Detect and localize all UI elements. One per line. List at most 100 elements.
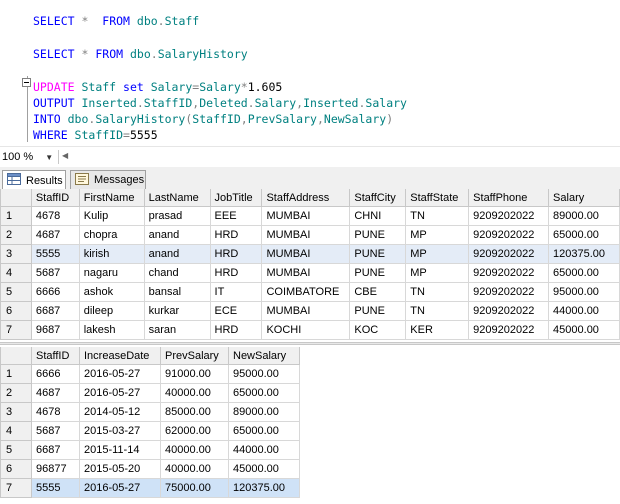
row-number[interactable]: 7 — [0, 478, 32, 498]
column-header[interactable]: PrevSalary — [160, 347, 229, 365]
code-line[interactable]: SELECT * FROM dbo.Staff — [33, 13, 199, 29]
table-cell[interactable]: 5555 — [30, 244, 80, 264]
table-cell[interactable]: nagaru — [78, 263, 145, 283]
code-line[interactable]: SELECT * FROM dbo.SalaryHistory — [33, 46, 248, 62]
row-number[interactable]: 3 — [0, 244, 32, 264]
table-cell[interactable]: ECE — [209, 301, 263, 321]
row-number[interactable]: 5 — [0, 282, 32, 302]
table-cell[interactable]: 4687 — [31, 383, 80, 403]
row-number[interactable]: 4 — [0, 263, 32, 283]
table-cell[interactable]: 44000.00 — [228, 440, 300, 460]
table-cell[interactable]: Kulip — [78, 206, 145, 226]
table-cell[interactable]: CHNI — [349, 206, 407, 226]
table-row[interactable]: 7 9687 lakesh saran HRD KOCHI KOC KER 9209202022… — [0, 320, 620, 340]
table-row[interactable]: 2 4687 2016-05-27 40000.00 65000.00 — [0, 383, 300, 403]
column-header[interactable]: StaffState — [405, 189, 470, 207]
table-cell[interactable]: 40000.00 — [160, 383, 229, 403]
table-row[interactable]: 1 4678 Kulip prasad EEE MUMBAI CHNI TN 920920202… — [0, 206, 620, 226]
table-cell[interactable]: ashok — [78, 282, 145, 302]
table-row[interactable]: 6 6687 dileep kurkar ECE MUMBAI PUNE TN 92092020… — [0, 301, 620, 321]
row-number[interactable]: 2 — [0, 225, 32, 245]
table-cell[interactable]: PUNE — [349, 225, 407, 245]
table-cell[interactable]: KOCHI — [261, 320, 351, 340]
table-cell[interactable]: CBE — [349, 282, 407, 302]
table-row[interactable]: 3 5555 kirish anand HRD MUMBAI PUNE MP 920920202… — [0, 244, 620, 264]
table-cell[interactable]: HRD — [209, 263, 263, 283]
table-row[interactable]: 2 4687 chopra anand HRD MUMBAI PUNE MP 920920202… — [0, 225, 620, 245]
table-cell[interactable]: 5687 — [31, 421, 80, 441]
table-row[interactable]: 6 96877 2015-05-20 40000.00 45000.00 — [0, 459, 300, 479]
table-cell[interactable]: COIMBATORE — [261, 282, 351, 302]
row-number[interactable]: 1 — [0, 364, 32, 384]
tab-messages[interactable]: Messages — [70, 170, 146, 189]
table-cell[interactable]: 6666 — [31, 364, 80, 384]
column-header[interactable]: Salary — [548, 189, 620, 207]
table-row[interactable]: 4 5687 nagaru chand HRD MUMBAI PUNE MP 920920202… — [0, 263, 620, 283]
table-cell[interactable]: IT — [209, 282, 263, 302]
table-cell[interactable]: TN — [405, 301, 470, 321]
table-cell[interactable]: HRD — [209, 225, 263, 245]
table-cell[interactable]: 9209202022 — [468, 301, 550, 321]
table-cell[interactable]: 2015-03-27 — [79, 421, 161, 441]
table-cell[interactable]: 5555 — [31, 478, 80, 498]
collapse-icon[interactable] — [22, 78, 31, 87]
table-row[interactable]: 5 6666 ashok bansal IT COIMBATORE CBE TN 9209202… — [0, 282, 620, 302]
table-cell[interactable]: 120375.00 — [228, 478, 300, 498]
grid-corner[interactable] — [0, 347, 32, 365]
table-cell[interactable]: 40000.00 — [160, 459, 229, 479]
table-cell[interactable]: 65000.00 — [228, 421, 300, 441]
table-cell[interactable]: 89000.00 — [548, 206, 620, 226]
table-cell[interactable]: PUNE — [349, 301, 407, 321]
table-cell[interactable]: MP — [405, 225, 470, 245]
zoom-select[interactable]: 100 % ▼ — [0, 149, 56, 165]
table-cell[interactable]: MP — [405, 263, 470, 283]
table-cell[interactable]: 6687 — [30, 301, 80, 321]
table-cell[interactable]: 2016-05-27 — [79, 364, 161, 384]
sql-editor[interactable]: SELECT * FROM dbo.Staff SELECT * FROM dbo… — [0, 0, 620, 146]
row-number[interactable]: 4 — [0, 421, 32, 441]
table-cell[interactable]: 2016-05-27 — [79, 478, 161, 498]
column-header[interactable]: StaffCity — [349, 189, 407, 207]
table-cell[interactable]: HRD — [209, 244, 263, 264]
table-cell[interactable]: HRD — [209, 320, 263, 340]
table-cell[interactable]: kirish — [78, 244, 145, 264]
table-cell[interactable]: chopra — [78, 225, 145, 245]
grid-corner[interactable] — [0, 189, 32, 207]
table-cell[interactable]: KER — [405, 320, 470, 340]
column-header[interactable]: StaffAddress — [261, 189, 351, 207]
table-cell[interactable]: saran — [143, 320, 211, 340]
table-cell[interactable]: kurkar — [143, 301, 211, 321]
column-header[interactable]: NewSalary — [228, 347, 300, 365]
table-cell[interactable]: MUMBAI — [261, 206, 351, 226]
table-cell[interactable]: 2015-05-20 — [79, 459, 161, 479]
table-row[interactable]: 4 5687 2015-03-27 62000.00 65000.00 — [0, 421, 300, 441]
table-cell[interactable]: TN — [405, 282, 470, 302]
column-header[interactable]: JobTitle — [209, 189, 263, 207]
table-cell[interactable]: EEE — [209, 206, 263, 226]
column-header[interactable]: IncreaseDate — [79, 347, 161, 365]
table-row[interactable]: 7 5555 2016-05-27 75000.00 120375.00 — [0, 478, 300, 498]
row-number[interactable]: 6 — [0, 301, 32, 321]
table-row[interactable]: 5 6687 2015-11-14 40000.00 44000.00 — [0, 440, 300, 460]
row-number[interactable]: 2 — [0, 383, 32, 403]
table-cell[interactable]: MUMBAI — [261, 225, 351, 245]
table-cell[interactable]: PUNE — [349, 244, 407, 264]
table-cell[interactable]: 9209202022 — [468, 206, 550, 226]
row-number[interactable]: 5 — [0, 440, 32, 460]
row-number[interactable]: 1 — [0, 206, 32, 226]
table-cell[interactable]: 65000.00 — [548, 225, 620, 245]
results-splitter[interactable] — [0, 342, 620, 345]
table-cell[interactable]: prasad — [143, 206, 211, 226]
row-number[interactable]: 6 — [0, 459, 32, 479]
table-cell[interactable]: 95000.00 — [228, 364, 300, 384]
table-cell[interactable]: 62000.00 — [160, 421, 229, 441]
table-cell[interactable]: KOC — [349, 320, 407, 340]
table-cell[interactable]: 44000.00 — [548, 301, 620, 321]
table-cell[interactable]: 6687 — [31, 440, 80, 460]
table-cell[interactable]: MUMBAI — [261, 244, 351, 264]
scroll-left-icon[interactable]: ◀ — [62, 151, 68, 160]
table-cell[interactable]: 9687 — [30, 320, 80, 340]
column-header[interactable]: StaffID — [31, 347, 80, 365]
table-cell[interactable]: 2014-05-12 — [79, 402, 161, 422]
code-line[interactable]: INTO dbo.SalaryHistory(StaffID,PrevSalar… — [33, 111, 393, 127]
